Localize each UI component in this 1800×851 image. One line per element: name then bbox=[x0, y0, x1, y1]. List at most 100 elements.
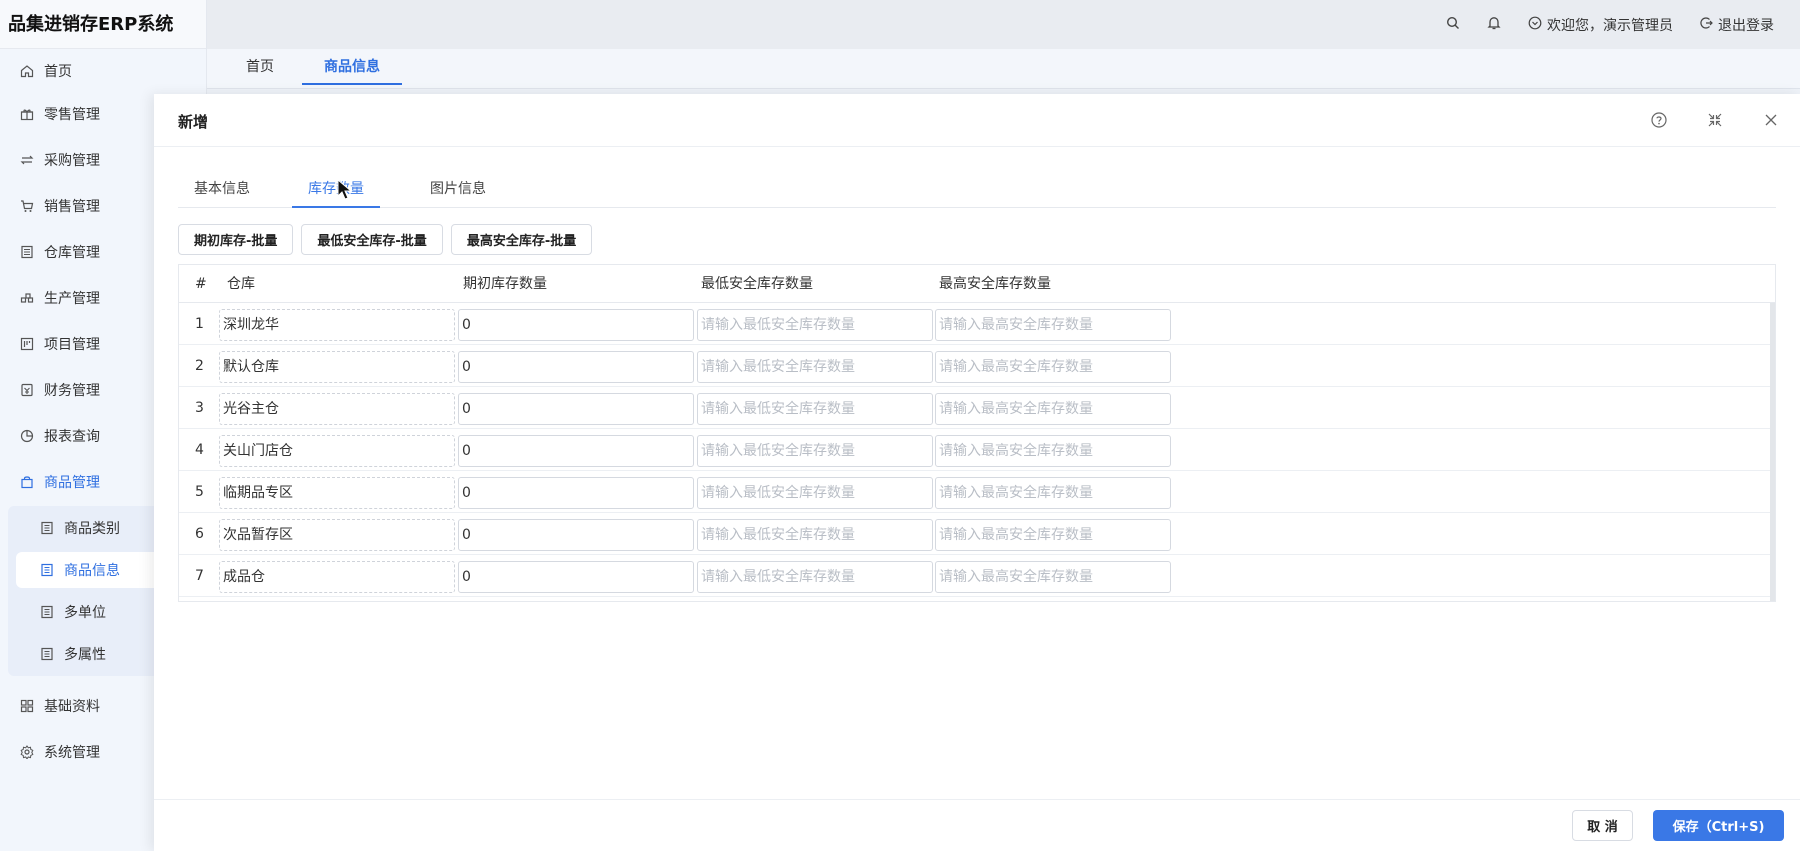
table-row: 6 次品暂存区 0 请输入最低安全库存数量 请输入最高安全库存数量 bbox=[179, 513, 1775, 555]
collapse-icon[interactable] bbox=[1706, 111, 1724, 129]
close-icon[interactable] bbox=[1762, 111, 1780, 129]
column-header-min-stock: 最低安全库存数量 bbox=[701, 276, 813, 292]
min-stock-input[interactable]: 请输入最低安全库存数量 bbox=[697, 309, 933, 341]
sidebar-item-home[interactable]: 首页 bbox=[0, 53, 207, 89]
min-stock-input[interactable]: 请输入最低安全库存数量 bbox=[697, 519, 933, 551]
warehouse-icon bbox=[20, 245, 34, 259]
document-icon bbox=[40, 521, 54, 535]
cart-icon bbox=[20, 199, 34, 213]
initial-stock-input[interactable]: 0 bbox=[458, 351, 694, 383]
search-icon bbox=[1446, 16, 1460, 34]
finance-icon bbox=[20, 383, 34, 397]
warehouse-cell: 光谷主仓 bbox=[219, 393, 455, 425]
min-stock-input[interactable]: 请输入最低安全库存数量 bbox=[697, 351, 933, 383]
tab-image-info[interactable]: 图片信息 bbox=[414, 178, 502, 208]
warehouse-cell: 关山门店仓 bbox=[219, 435, 455, 467]
logout-icon bbox=[1699, 16, 1713, 34]
max-stock-input[interactable]: 请输入最高安全库存数量 bbox=[935, 477, 1171, 509]
help-icon[interactable] bbox=[1650, 111, 1668, 129]
sidebar-subitem-label: 多属性 bbox=[64, 647, 106, 663]
bell-icon bbox=[1486, 15, 1502, 35]
sidebar-item-label: 系统管理 bbox=[44, 745, 100, 761]
warehouse-cell: 次品暂存区 bbox=[219, 519, 455, 551]
stock-table: # 仓库 期初库存数量 最低安全库存数量 最高安全库存数量 1 深圳龙华 0 请输入最… bbox=[178, 264, 1776, 602]
user-menu[interactable]: 欢迎您，演示管理员 bbox=[1528, 15, 1673, 35]
gear-icon bbox=[20, 745, 34, 759]
document-icon bbox=[40, 563, 54, 577]
max-stock-input[interactable]: 请输入最高安全库存数量 bbox=[935, 519, 1171, 551]
drawer-header: 新增 bbox=[154, 94, 1800, 147]
notification-button[interactable] bbox=[1486, 15, 1502, 35]
initial-stock-input[interactable]: 0 bbox=[458, 477, 694, 509]
column-header-initial-stock: 期初库存数量 bbox=[463, 276, 547, 292]
mouse-cursor-icon bbox=[337, 179, 353, 200]
initial-stock-input[interactable]: 0 bbox=[458, 435, 694, 467]
vertical-scrollbar[interactable] bbox=[1770, 303, 1775, 601]
tab-basic-info[interactable]: 基本信息 bbox=[178, 178, 266, 208]
warehouse-cell: 深圳龙华 bbox=[219, 309, 455, 341]
document-icon bbox=[40, 647, 54, 661]
min-stock-input[interactable]: 请输入最低安全库存数量 bbox=[697, 477, 933, 509]
table-row: 7 成品仓 0 请输入最低安全库存数量 请输入最高安全库存数量 bbox=[179, 555, 1775, 597]
table-row: 4 关山门店仓 0 请输入最低安全库存数量 请输入最高安全库存数量 bbox=[179, 429, 1775, 471]
production-icon bbox=[20, 291, 34, 305]
sidebar-item-label: 销售管理 bbox=[44, 199, 100, 215]
bag-icon bbox=[20, 475, 34, 489]
logout-label: 退出登录 bbox=[1718, 17, 1774, 34]
top-header: 欢迎您，演示管理员 退出登录 bbox=[207, 0, 1800, 49]
sidebar-item-label: 仓库管理 bbox=[44, 245, 100, 261]
initial-stock-input[interactable]: 0 bbox=[458, 393, 694, 425]
row-index: 5 bbox=[195, 484, 204, 500]
row-index: 6 bbox=[195, 526, 204, 542]
max-stock-input[interactable]: 请输入最高安全库存数量 bbox=[935, 561, 1171, 593]
max-stock-batch-button[interactable]: 最高安全库存-批量 bbox=[450, 224, 593, 255]
min-stock-input[interactable]: 请输入最低安全库存数量 bbox=[697, 561, 933, 593]
min-stock-input[interactable]: 请输入最低安全库存数量 bbox=[697, 435, 933, 467]
initial-stock-input[interactable]: 0 bbox=[458, 519, 694, 551]
initial-stock-input[interactable]: 0 bbox=[458, 561, 694, 593]
sidebar-item-label: 项目管理 bbox=[44, 337, 100, 353]
table-row: 3 光谷主仓 0 请输入最低安全库存数量 请输入最高安全库存数量 bbox=[179, 387, 1775, 429]
initial-stock-input[interactable]: 0 bbox=[458, 309, 694, 341]
drawer-footer: 取 消 保存（Ctrl+S) bbox=[154, 799, 1800, 851]
row-index: 3 bbox=[195, 400, 204, 416]
table-row: 1 深圳龙华 0 请输入最低安全库存数量 请输入最高安全库存数量 bbox=[179, 303, 1775, 345]
cancel-button[interactable]: 取 消 bbox=[1572, 810, 1633, 841]
sidebar-item-label: 采购管理 bbox=[44, 153, 100, 169]
row-index: 4 bbox=[195, 442, 204, 458]
max-stock-input[interactable]: 请输入最高安全库存数量 bbox=[935, 309, 1171, 341]
min-stock-input[interactable]: 请输入最低安全库存数量 bbox=[697, 393, 933, 425]
initial-stock-batch-button[interactable]: 期初库存-批量 bbox=[178, 224, 294, 255]
row-index: 2 bbox=[195, 358, 204, 374]
sidebar-item-label: 报表查询 bbox=[44, 429, 100, 445]
chevron-circle-icon bbox=[1528, 16, 1542, 34]
max-stock-input[interactable]: 请输入最高安全库存数量 bbox=[935, 435, 1171, 467]
row-index: 7 bbox=[195, 568, 204, 584]
table-header: # 仓库 期初库存数量 最低安全库存数量 最高安全库存数量 bbox=[179, 265, 1775, 303]
sidebar-item-label: 基础资料 bbox=[44, 699, 100, 715]
sidebar-item-label: 零售管理 bbox=[44, 107, 100, 123]
warehouse-cell: 成品仓 bbox=[219, 561, 455, 593]
warehouse-cell: 临期品专区 bbox=[219, 477, 455, 509]
page-tabs: 首页 商品信息 bbox=[207, 49, 1800, 89]
max-stock-input[interactable]: 请输入最高安全库存数量 bbox=[935, 393, 1171, 425]
max-stock-input[interactable]: 请输入最高安全库存数量 bbox=[935, 351, 1171, 383]
project-icon bbox=[20, 337, 34, 351]
warehouse-cell: 默认仓库 bbox=[219, 351, 455, 383]
batch-button-row: 期初库存-批量 最低安全库存-批量 最高安全库存-批量 bbox=[178, 224, 593, 255]
table-row: 5 临期品专区 0 请输入最低安全库存数量 请输入最高安全库存数量 bbox=[179, 471, 1775, 513]
form-tabs: 基本信息 库存数量 图片信息 bbox=[178, 178, 1776, 208]
row-index: 1 bbox=[195, 316, 204, 332]
app-logo-title: 品集进销存ERP系统 bbox=[0, 0, 206, 49]
tab-home[interactable]: 首页 bbox=[246, 49, 274, 85]
min-stock-batch-button[interactable]: 最低安全库存-批量 bbox=[301, 224, 443, 255]
sidebar-subitem-label: 商品类别 bbox=[64, 521, 120, 537]
column-header-warehouse: 仓库 bbox=[227, 276, 255, 292]
document-icon bbox=[40, 605, 54, 619]
save-button[interactable]: 保存（Ctrl+S) bbox=[1653, 810, 1784, 841]
add-product-drawer: 新增 基本信息 库存数量 图片信息 期初库存-批量 最低安全库存-批量 最高安全… bbox=[154, 94, 1800, 851]
logout-button[interactable]: 退出登录 bbox=[1699, 15, 1774, 35]
tab-product-info[interactable]: 商品信息 bbox=[302, 49, 402, 85]
search-button[interactable] bbox=[1446, 16, 1460, 34]
table-row: 2 默认仓库 0 请输入最低安全库存数量 请输入最高安全库存数量 bbox=[179, 345, 1775, 387]
